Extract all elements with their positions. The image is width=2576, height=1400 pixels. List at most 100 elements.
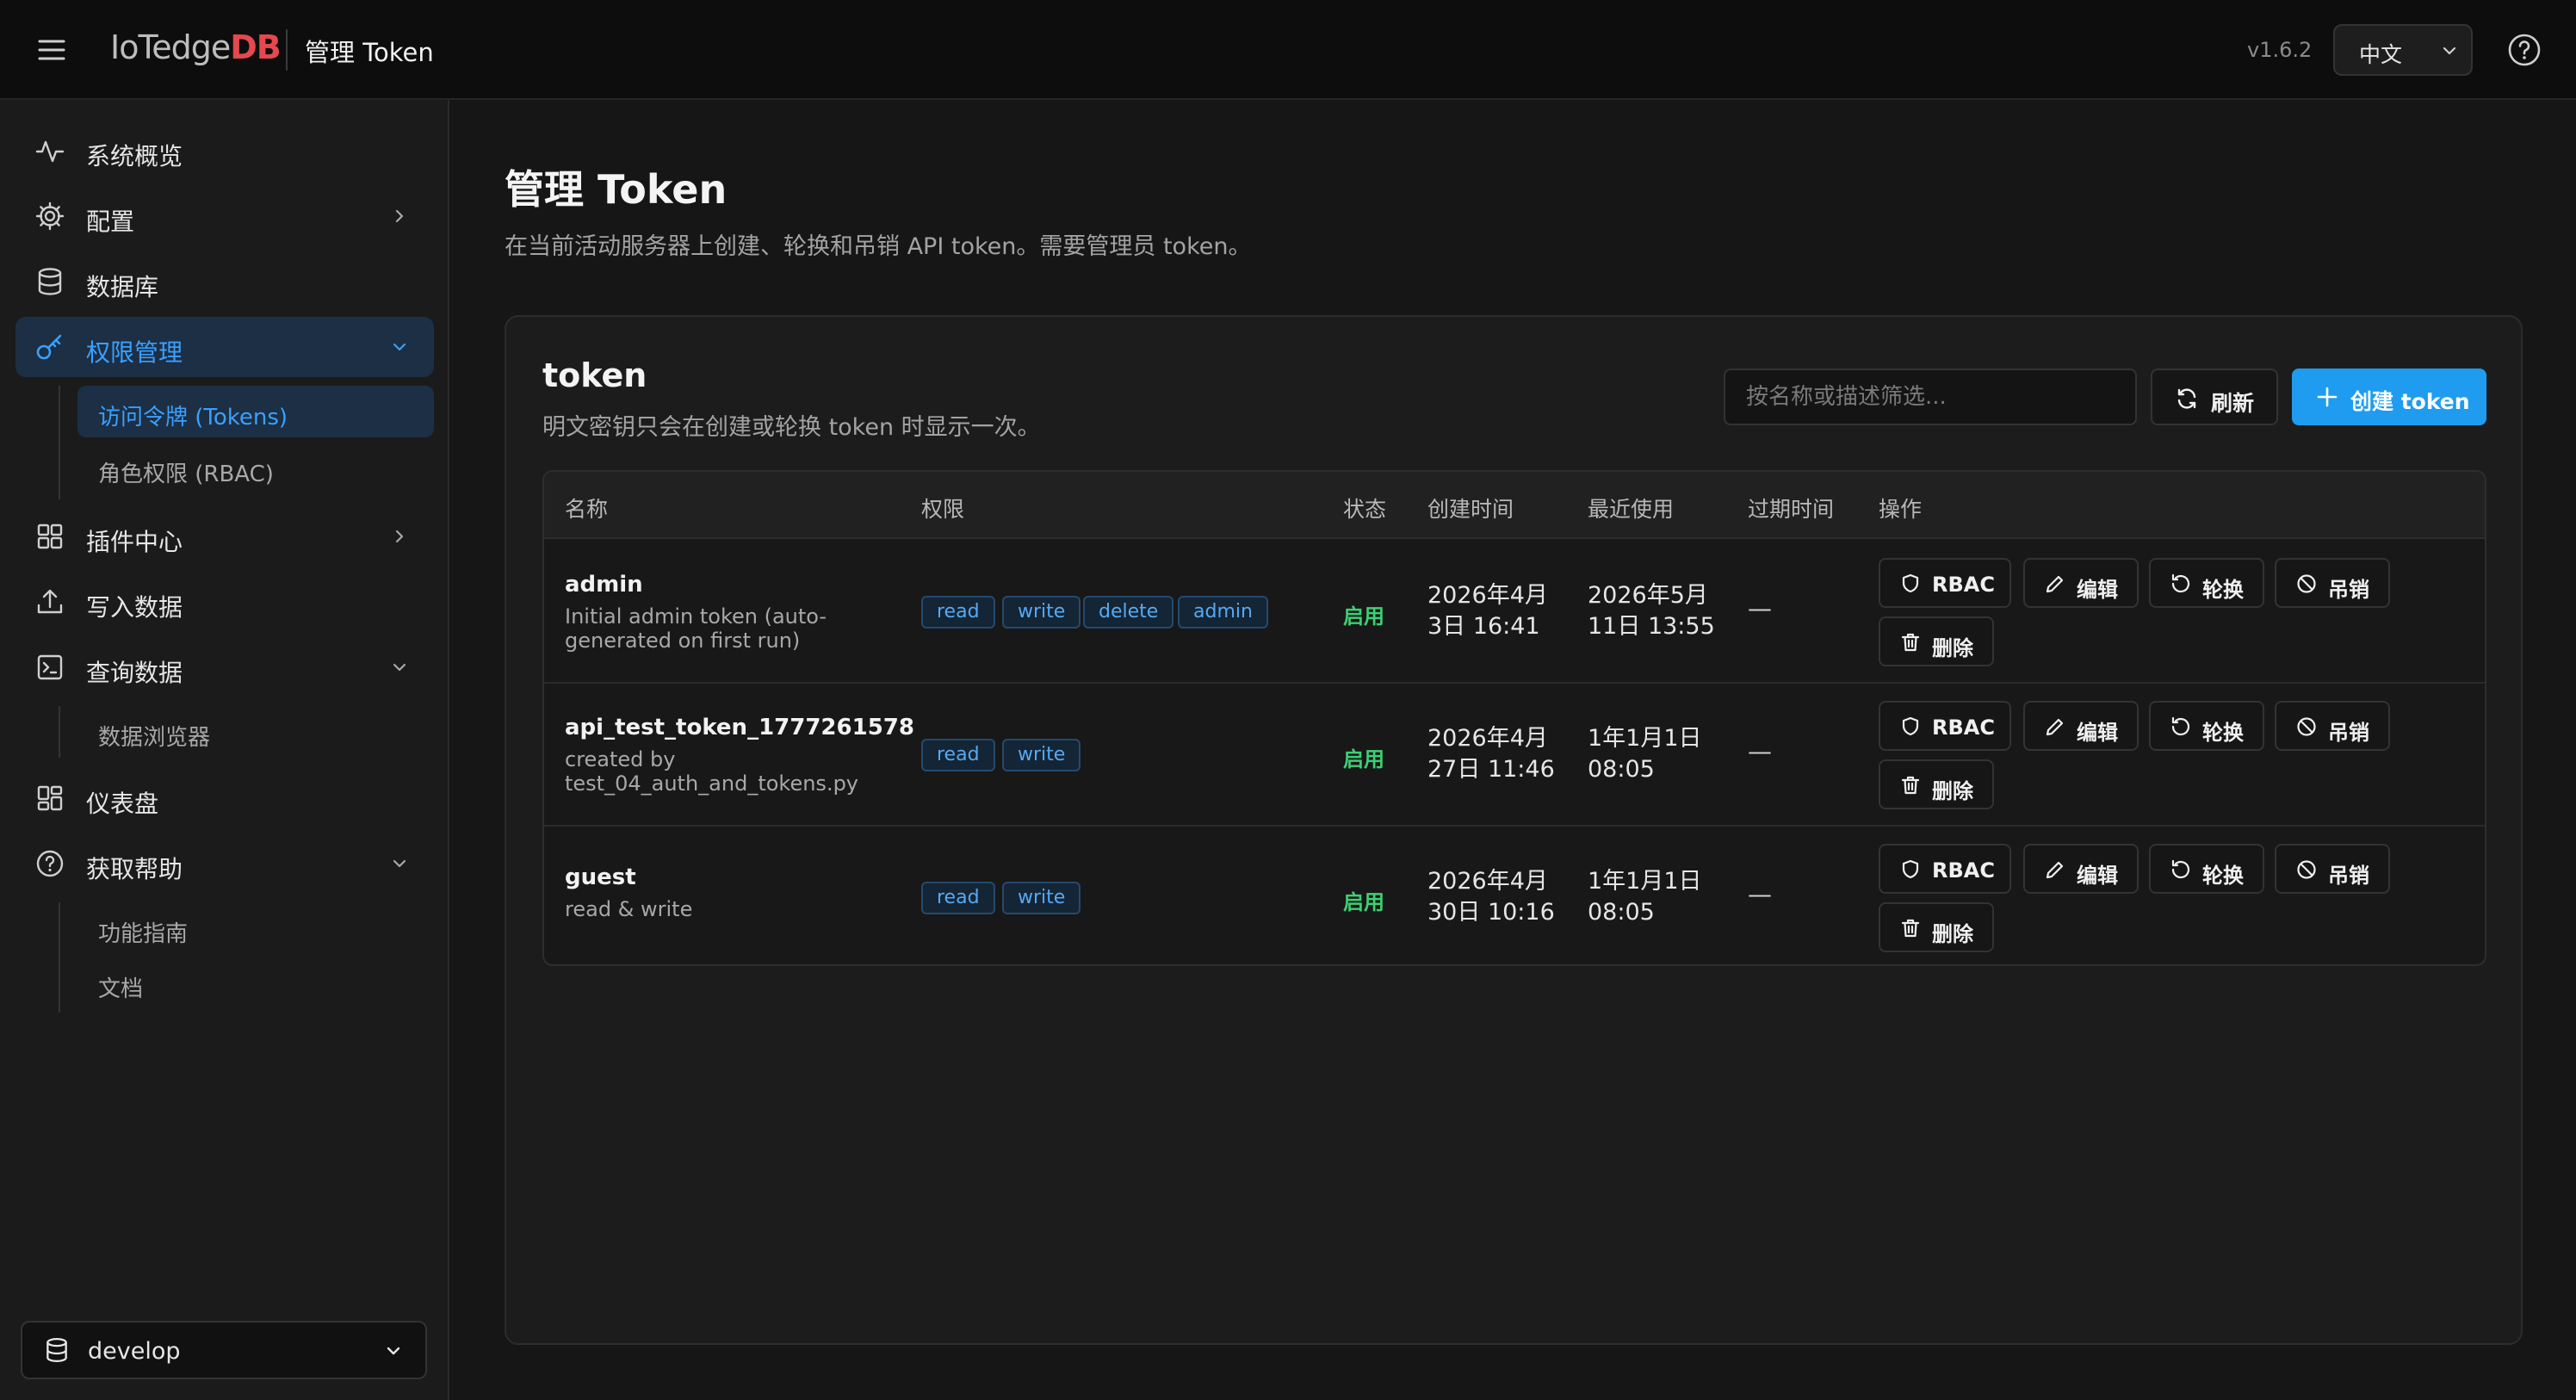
created-line: 30日 10:16 [1427,899,1555,926]
delete-label: 删除 [1932,779,1973,803]
revoke-button[interactable]: 吊销 [2275,701,2390,751]
rotate-icon [2170,715,2192,738]
logo-text: IoTedge [110,28,231,66]
revoke-button[interactable]: 吊销 [2275,844,2390,894]
plus-icon [2316,386,2338,408]
edit-button[interactable]: 编辑 [2023,558,2139,608]
revoke-label: 吊销 [2328,721,2369,745]
sidebar-subitem-tokens[interactable]: 访问令牌 (Tokens) [77,386,434,437]
grid-icon [34,521,65,552]
sidebar-subitem-label: 角色权限 (RBAC) [98,462,274,487]
column-header: 名称 [565,497,609,522]
delete-button[interactable]: 删除 [1879,902,1994,952]
sidebar-subitem-docs[interactable]: 文档 [77,957,434,1009]
language-select[interactable]: 中文 [2333,24,2473,76]
shield-icon [1899,573,1922,595]
rbac-button[interactable]: RBAC [1879,701,2011,751]
rotate-label: 轮换 [2202,578,2244,602]
token-name: admin [565,572,643,598]
submenu-line [59,902,60,1013]
rbac-label: RBAC [1932,858,1995,883]
sidebar-item-label: 数据库 [86,273,159,301]
permission-badge: admin [1178,596,1268,629]
ban-icon [2295,715,2318,738]
create-token-label: 创建 token [2350,389,2470,414]
rotate-button[interactable]: 轮换 [2149,558,2264,608]
last-used-line: 08:05 [1588,756,1655,783]
sidebar-item-database[interactable]: 数据库 [15,251,434,312]
created-line: 2026年4月 [1427,725,1548,752]
chevron-down-icon [391,855,408,872]
created-line: 2026年4月 [1427,868,1548,895]
chevron-down-icon [2440,41,2459,60]
created-time: 2026年4月 27日 11:46 [1427,723,1555,785]
database-select[interactable]: develop [21,1321,427,1379]
menu-icon[interactable] [34,33,69,67]
sidebar-item-config[interactable]: 配置 [15,186,434,246]
rbac-button[interactable]: RBAC [1879,558,2011,608]
rotate-button[interactable]: 轮换 [2149,844,2264,894]
sidebar-item-help[interactable]: 获取帮助 [15,833,434,894]
sidebar-item-permissions[interactable]: 权限管理 [15,317,434,377]
delete-button[interactable]: 删除 [1879,616,1994,666]
sidebar-item-label: 查询数据 [86,659,183,687]
sidebar: 系统概览 配置 数据库 权限管理 访问令牌 (Tokens) 角色权限 (RBA… [0,100,449,1400]
token-description: created by test_04_auth_and_tokens.py [565,747,859,796]
sidebar-subitem-label: 文档 [98,976,144,1002]
sidebar-item-write-data[interactable]: 写入数据 [15,572,434,632]
expires-value: — [1748,594,1772,623]
pencil-icon [2044,573,2066,595]
upload-icon [34,586,65,617]
sidebar-subitem-guide[interactable]: 功能指南 [77,902,434,954]
chevron-right-icon [391,528,408,545]
dashboard-icon [34,783,65,814]
created-time: 2026年4月 3日 16:41 [1427,580,1548,642]
column-header: 操作 [1879,497,1923,522]
trash-icon [1899,631,1922,654]
sidebar-item-label: 权限管理 [86,338,183,367]
sidebar-item-overview[interactable]: 系统概览 [15,121,434,181]
filter-input[interactable] [1724,369,2137,425]
rotate-button[interactable]: 轮换 [2149,701,2264,751]
revoke-label: 吊销 [2328,864,2369,888]
sidebar-subitem-rbac[interactable]: 角色权限 (RBAC) [77,443,434,494]
header-title: 管理 Token [305,38,434,67]
sidebar-item-query-data[interactable]: 查询数据 [15,637,434,697]
shield-icon [1899,858,1922,881]
app-logo[interactable]: IoTedgeDB [110,28,282,66]
column-header: 权限 [921,497,965,522]
sidebar-item-dashboard[interactable]: 仪表盘 [15,768,434,828]
revoke-label: 吊销 [2328,578,2369,602]
revoke-button[interactable]: 吊销 [2275,558,2390,608]
table-row: admin Initial admin token (auto-generate… [544,541,2485,684]
sidebar-item-label: 系统概览 [86,142,183,170]
rotate-label: 轮换 [2202,721,2244,745]
trash-icon [1899,774,1922,796]
create-token-button[interactable]: 创建 token [2292,369,2486,425]
status-badge: 启用 [1343,604,1384,629]
pencil-icon [2044,715,2066,738]
language-value: 中文 [2359,42,2403,67]
delete-button[interactable]: 删除 [1879,759,1994,809]
table-row: guest read & write read write 启用 2026年4月… [544,827,2485,964]
refresh-icon [2175,387,2199,411]
token-name: api_test_token_1777261578 [565,715,914,740]
help-icon[interactable] [2507,33,2542,67]
pencil-icon [2044,858,2066,881]
chevron-down-icon [391,338,408,356]
sidebar-subitem-data-browser[interactable]: 数据浏览器 [77,706,434,758]
token-card: token 明文密钥只会在创建或轮换 token 时显示一次。 刷新 创建 to… [505,315,2523,1345]
permission-badge: write [1002,596,1081,629]
sidebar-item-label: 获取帮助 [86,855,183,883]
ban-icon [2295,573,2318,595]
submenu-line [59,706,60,758]
rbac-button[interactable]: RBAC [1879,844,2011,894]
rotate-label: 轮换 [2202,864,2244,888]
edit-button[interactable]: 编辑 [2023,844,2139,894]
sidebar-item-plugins[interactable]: 插件中心 [15,506,434,567]
sidebar-item-label: 配置 [86,208,135,236]
sidebar-item-label: 仪表盘 [86,790,159,818]
sidebar-subitem-label: 访问令牌 (Tokens) [98,405,288,431]
refresh-button[interactable]: 刷新 [2151,369,2278,425]
edit-button[interactable]: 编辑 [2023,701,2139,751]
